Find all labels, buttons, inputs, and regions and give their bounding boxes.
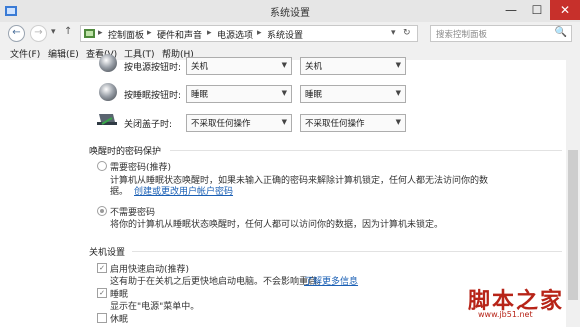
address-bar[interactable]: ▸ 控制面板 ▸ 硬件和声音 ▸ 电源选项 ▸ 系统设置 ▾ ↻ — [80, 25, 418, 42]
sleep-button-label: 按睡眠按钮时: — [124, 91, 182, 101]
hibernate-label: 休眠 — [110, 315, 129, 325]
sleep-button-icon — [99, 83, 117, 101]
scrollbar-thumb[interactable] — [568, 150, 578, 300]
shutdown-section-title: 关机设置 — [89, 248, 126, 258]
no-password-desc: 将你的计算机从睡眠状态唤醒时，任何人都可以访问你的数据，因为计算机未锁定。 — [110, 220, 444, 230]
maximize-button[interactable]: ☐ — [524, 0, 550, 20]
change-password-link[interactable]: 创建或更改用户帐户密码 — [134, 184, 233, 197]
chevron-down-icon: ▼ — [395, 118, 401, 126]
power-button-icon — [99, 54, 117, 72]
menu-tools[interactable]: 工具(T) — [124, 47, 155, 60]
fast-startup-desc: 这有助于在关机之后更快地启动电脑。不会影响重启。 — [110, 277, 327, 287]
search-placeholder: 搜索控制面板 — [436, 30, 488, 40]
search-input[interactable]: 搜索控制面板 🔍 — [430, 25, 572, 42]
crumb-separator: ▸ — [147, 28, 152, 38]
laptop-lid-icon — [96, 112, 118, 131]
learn-more-link[interactable]: 了解更多信息 — [304, 274, 358, 287]
crumb-separator: ▸ — [98, 28, 103, 38]
select-value: 睡眠 — [305, 90, 323, 100]
power-button-label: 按电源按钮时: — [124, 63, 182, 73]
history-dropdown-icon[interactable]: ▾ — [51, 27, 56, 37]
vertical-scrollbar[interactable] — [566, 60, 580, 327]
menu-edit[interactable]: 编辑(E) — [48, 47, 79, 60]
hibernate-checkbox[interactable] — [97, 313, 107, 323]
sleep-button-battery-select[interactable]: 睡眠 ▼ — [186, 85, 292, 103]
crumb-separator: ▸ — [207, 28, 212, 38]
lid-close-plugged-select[interactable]: 不采取任何操作 ▼ — [300, 114, 406, 132]
crumb-control-panel[interactable]: 控制面板 — [108, 28, 144, 41]
fast-startup-checkbox[interactable]: ✓ — [97, 263, 107, 273]
search-icon[interactable]: 🔍 — [555, 27, 567, 38]
select-value: 关机 — [305, 62, 323, 72]
address-dropdown-icon[interactable]: ▾ — [391, 28, 396, 38]
sleep-button-plugged-select[interactable]: 睡眠 ▼ — [300, 85, 406, 103]
control-panel-icon — [84, 28, 96, 42]
close-button[interactable]: ✕ — [550, 0, 580, 20]
address-row: ← → ▾ ↑ ▸ 控制面板 ▸ 硬件和声音 ▸ 电源选项 ▸ 系统设置 ▾ ↻… — [0, 22, 580, 44]
crumb-separator: ▸ — [257, 28, 262, 38]
chevron-down-icon: ▼ — [281, 118, 287, 126]
refresh-icon[interactable]: ↻ — [403, 28, 411, 38]
window-title: 系统设置 — [270, 8, 310, 19]
up-button[interactable]: ↑ — [64, 26, 72, 37]
divider — [132, 251, 562, 252]
lid-close-battery-select[interactable]: 不采取任何操作 ▼ — [186, 114, 292, 132]
select-value: 不采取任何操作 — [305, 119, 365, 129]
sleep-checkbox[interactable]: ✓ — [97, 288, 107, 298]
crumb-system-settings[interactable]: 系统设置 — [267, 28, 303, 41]
no-password-radio[interactable] — [97, 206, 107, 216]
back-button[interactable]: ← — [8, 25, 25, 42]
menu-file[interactable]: 文件(F) — [10, 47, 40, 60]
require-password-label: 需要密码(推荐) — [110, 163, 172, 173]
select-value: 睡眠 — [191, 90, 209, 100]
lid-close-label: 关闭盖子时: — [124, 120, 173, 130]
divider — [170, 150, 562, 151]
crumb-power-options[interactable]: 电源选项 — [217, 28, 253, 41]
require-password-desc-cont: 据。 — [110, 187, 129, 197]
power-button-battery-select[interactable]: 关机 ▼ — [186, 57, 292, 75]
chevron-down-icon: ▼ — [395, 61, 401, 69]
minimize-button[interactable]: — — [498, 0, 524, 20]
require-password-radio[interactable] — [97, 161, 107, 171]
chevron-down-icon: ▼ — [281, 89, 287, 97]
watermark-url: www.jb51.net — [478, 310, 533, 319]
power-button-plugged-select[interactable]: 关机 ▼ — [300, 57, 406, 75]
select-value: 不采取任何操作 — [191, 119, 251, 129]
crumb-hardware-sound[interactable]: 硬件和声音 — [157, 28, 202, 41]
select-value: 关机 — [191, 62, 209, 72]
chevron-down-icon: ▼ — [281, 61, 287, 69]
sleep-desc: 显示在"电源"菜单中。 — [110, 302, 200, 312]
title-bar: 系统设置 — ☐ ✕ — [0, 0, 580, 22]
forward-button[interactable]: → — [30, 25, 47, 42]
chevron-down-icon: ▼ — [395, 89, 401, 97]
password-section-title: 唤醒时的密码保护 — [89, 147, 162, 157]
